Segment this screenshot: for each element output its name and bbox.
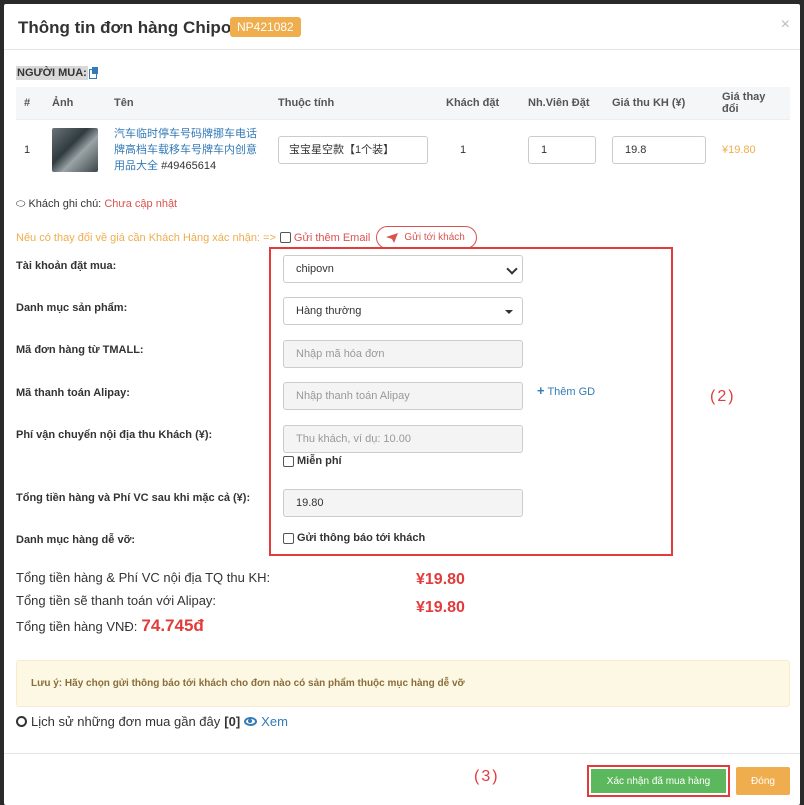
modal-footer: (3) Xác nhận đã mua hàng Đóng	[4, 753, 800, 805]
row-price-cell: 19.8	[604, 118, 714, 180]
product-id: #49465614	[161, 159, 217, 172]
history-label: Lịch sử những đơn mua gần đây	[31, 714, 221, 729]
category-select[interactable]: Hàng thường	[283, 297, 523, 325]
close-button[interactable]: Đóng	[736, 767, 790, 795]
email-checkbox[interactable]	[279, 232, 291, 243]
category-value: Hàng thường	[296, 305, 362, 317]
total-after-input[interactable]: 19.80	[283, 489, 523, 517]
send-icon	[386, 232, 399, 243]
fragile-label: Danh mục hàng dễ vỡ:	[16, 534, 136, 546]
confirm-purchase-button[interactable]: Xác nhận đã mua hàng	[591, 769, 726, 793]
add-transaction-label: Thêm GD	[547, 386, 596, 398]
note-label: Khách ghi chú:	[28, 198, 102, 210]
col-price: Giá thu KH (¥)	[604, 87, 714, 119]
shipping-input[interactable]: Thu khách, ví dụ: 10.00	[283, 425, 523, 453]
order-code-badge: NP421082	[230, 17, 301, 37]
product-image[interactable]	[52, 127, 98, 172]
confirm-text: Nếu có thay đổi về giá cần Khách Hàng xá…	[16, 231, 276, 244]
add-transaction-link[interactable]: + Thêm GD	[537, 383, 595, 398]
alipay-label: Mã thanh toán Alipay:	[16, 387, 130, 399]
notify-label: Gửi thông báo tới khách	[297, 532, 426, 544]
annotation-3: (3)	[474, 768, 500, 785]
summary-line1-label: Tổng tiền hàng & Phí VC nội địa TQ thu K…	[16, 570, 271, 585]
tmall-input[interactable]: Nhập mã hóa đơn	[283, 340, 523, 368]
category-label: Danh mục sản phẩm:	[16, 302, 128, 314]
row-name-cell: 汽车临时停车号码牌挪车电话牌高档车载移车号牌车内创意用品大全 #49465614	[106, 118, 270, 180]
annotation-2: (2)	[710, 388, 736, 405]
copy-icon[interactable]	[89, 67, 99, 79]
col-attribute: Thuộc tính	[270, 87, 438, 119]
history-count: [0]	[224, 714, 241, 729]
col-image: Ảnh	[44, 87, 106, 119]
free-shipping-row: Miễn phí	[283, 455, 342, 467]
close-icon[interactable]: ×	[781, 16, 790, 34]
history-icon	[16, 716, 27, 727]
email-label: Gửi thêm Email	[293, 231, 371, 244]
col-staff-qty: Nh.Viên Đặt	[520, 87, 604, 119]
notify-row: Gửi thông báo tới khách	[283, 532, 425, 544]
fragile-alert: Lưu ý: Hãy chọn gửi thông báo tới khách …	[16, 660, 790, 707]
col-index: #	[16, 87, 44, 119]
comment-icon: ⬭	[16, 198, 26, 210]
plus-icon: +	[537, 383, 545, 398]
summary-line3-value: 74.745đ	[141, 616, 204, 635]
customer-note: ⬭ Khách ghi chú: Chưa cập nhật	[16, 198, 177, 211]
order-modal: Thông tin đơn hàng Chipo: NP421082 × NGƯ…	[4, 4, 800, 805]
alipay-input[interactable]: Nhập thanh toán Alipay	[283, 382, 523, 410]
eye-icon[interactable]	[244, 717, 258, 726]
row-attribute-cell: 宝宝星空款【1个装】	[270, 118, 438, 180]
summary-line2-value: ¥19.80	[416, 599, 465, 616]
modal-header: Thông tin đơn hàng Chipo: NP421082 ×	[4, 4, 800, 50]
total-after-label: Tổng tiền hàng và Phí VC sau khi mặc cả …	[16, 492, 251, 504]
free-shipping-label: Miễn phí	[297, 455, 342, 467]
row-staff-qty-cell: 1	[520, 118, 604, 180]
chevron-down-icon	[506, 263, 518, 275]
col-customer-qty: Khách đặt	[438, 87, 520, 119]
row-index: 1	[16, 118, 44, 180]
tmall-label: Mã đơn hàng từ TMALL:	[16, 344, 144, 356]
attribute-field[interactable]: 宝宝星空款【1个装】	[278, 135, 428, 164]
price-input[interactable]: 19.8	[612, 135, 706, 164]
summary-line1-value: ¥19.80	[416, 571, 465, 588]
buyer-label: NGƯỜI MUA:	[16, 66, 88, 80]
caret-down-icon	[505, 310, 513, 314]
free-shipping-checkbox[interactable]	[283, 455, 294, 467]
row-image-cell	[44, 118, 106, 180]
modal-title: Thông tin đơn hàng Chipo:	[18, 18, 237, 37]
highlight-frame-3: Xác nhận đã mua hàng	[587, 765, 730, 797]
table-row: 1 汽车临时停车号码牌挪车电话牌高档车载移车号牌车内创意用品大全 #494656…	[16, 118, 790, 180]
order-items-table: # Ảnh Tên Thuộc tính Khách đặt Nh.Viên Đ…	[16, 87, 790, 180]
row-price-change: ¥19.80	[714, 118, 790, 180]
notify-checkbox[interactable]	[283, 532, 294, 544]
summary-line2-label: Tổng tiền sẽ thanh toán với Alipay:	[16, 593, 217, 608]
history-view-link[interactable]: Xem	[261, 714, 288, 729]
row-customer-qty: 1	[438, 118, 520, 180]
staff-qty-input[interactable]: 1	[528, 135, 596, 164]
account-label: Tài khoản đặt mua:	[16, 260, 117, 272]
price-confirm-line: Nếu có thay đổi về giá cần Khách Hàng xá…	[16, 226, 477, 249]
note-value: Chưa cập nhật	[104, 198, 178, 210]
account-select[interactable]: chipovn	[283, 255, 523, 283]
history-line: Lịch sử những đơn mua gần đây [0] Xem	[16, 714, 288, 729]
summary-line3-label: Tổng tiền hàng VNĐ:	[16, 619, 138, 634]
shipping-label: Phí vận chuyển nội địa thu Khách (¥):	[16, 429, 213, 441]
account-value: chipovn	[296, 263, 334, 275]
send-to-customer-button[interactable]: Gửi tới khách	[376, 226, 477, 249]
send-button-label: Gửi tới khách	[404, 232, 465, 243]
col-name: Tên	[106, 87, 270, 119]
summary-line3: Tổng tiền hàng VNĐ: 74.745đ	[16, 616, 204, 636]
col-price-change: Giá thay đổi	[714, 87, 790, 119]
